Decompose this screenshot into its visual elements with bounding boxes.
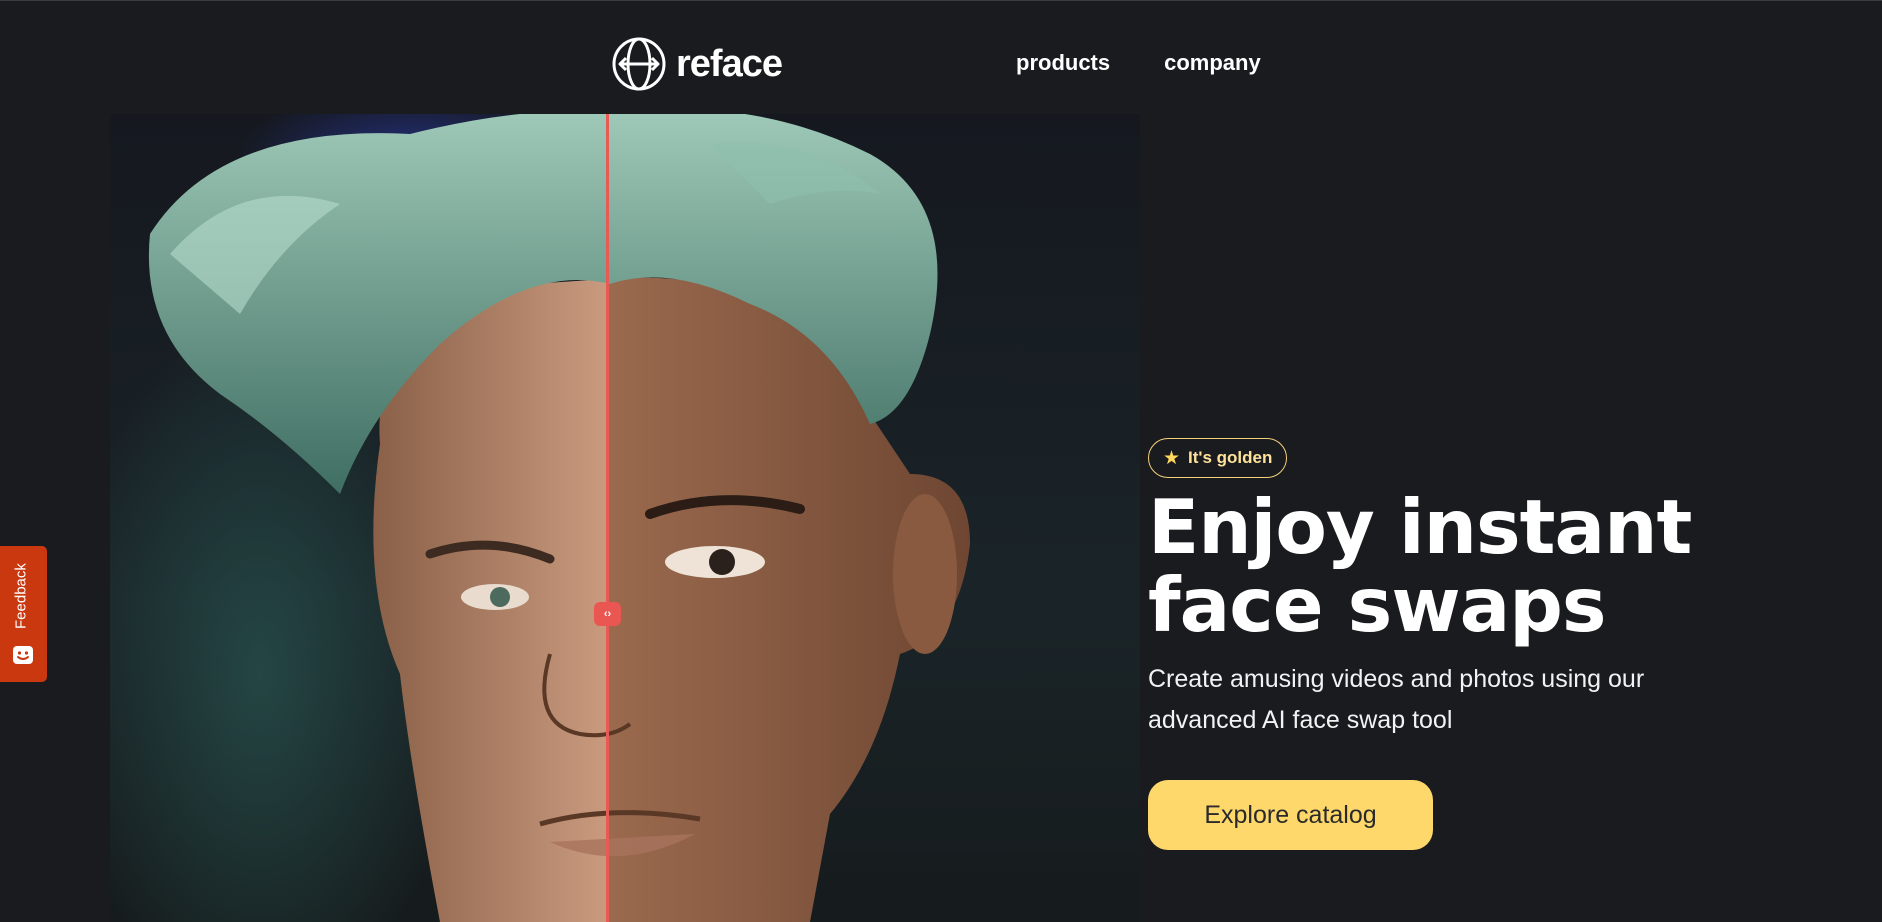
- top-border: [0, 0, 1882, 1]
- logo-link[interactable]: reface: [612, 37, 783, 91]
- hero-title-line-2: face swaps: [1148, 561, 1607, 649]
- logo-text: reface: [676, 43, 783, 85]
- star-icon: ★: [1163, 447, 1181, 469]
- comparison-slider-handle[interactable]: ‹›: [594, 602, 621, 626]
- explore-catalog-button[interactable]: Explore catalog: [1148, 780, 1433, 850]
- chevrons-left-right-icon: ‹›: [603, 608, 612, 620]
- comparison-divider-line[interactable]: [606, 114, 609, 922]
- portrait-illustration: [148, 114, 970, 922]
- badge-label: It's golden: [1188, 448, 1273, 467]
- hero-title: Enjoy instant face swaps: [1148, 488, 1848, 644]
- golden-badge: ★ It's golden: [1148, 438, 1288, 478]
- face-swap-comparison-image: [110, 114, 1140, 922]
- hero-title-line-1: Enjoy instant: [1148, 483, 1692, 571]
- nav-products[interactable]: products: [1016, 50, 1110, 76]
- hero-subtitle: Create amusing videos and photos using o…: [1148, 665, 1645, 734]
- feedback-label: Feedback: [12, 563, 30, 630]
- feedback-tab[interactable]: Feedback: [0, 546, 47, 682]
- smiley-icon: [13, 646, 33, 664]
- nav-company[interactable]: company: [1164, 50, 1261, 76]
- reface-logo-icon: [612, 37, 666, 91]
- main-nav: products company: [1016, 50, 1261, 76]
